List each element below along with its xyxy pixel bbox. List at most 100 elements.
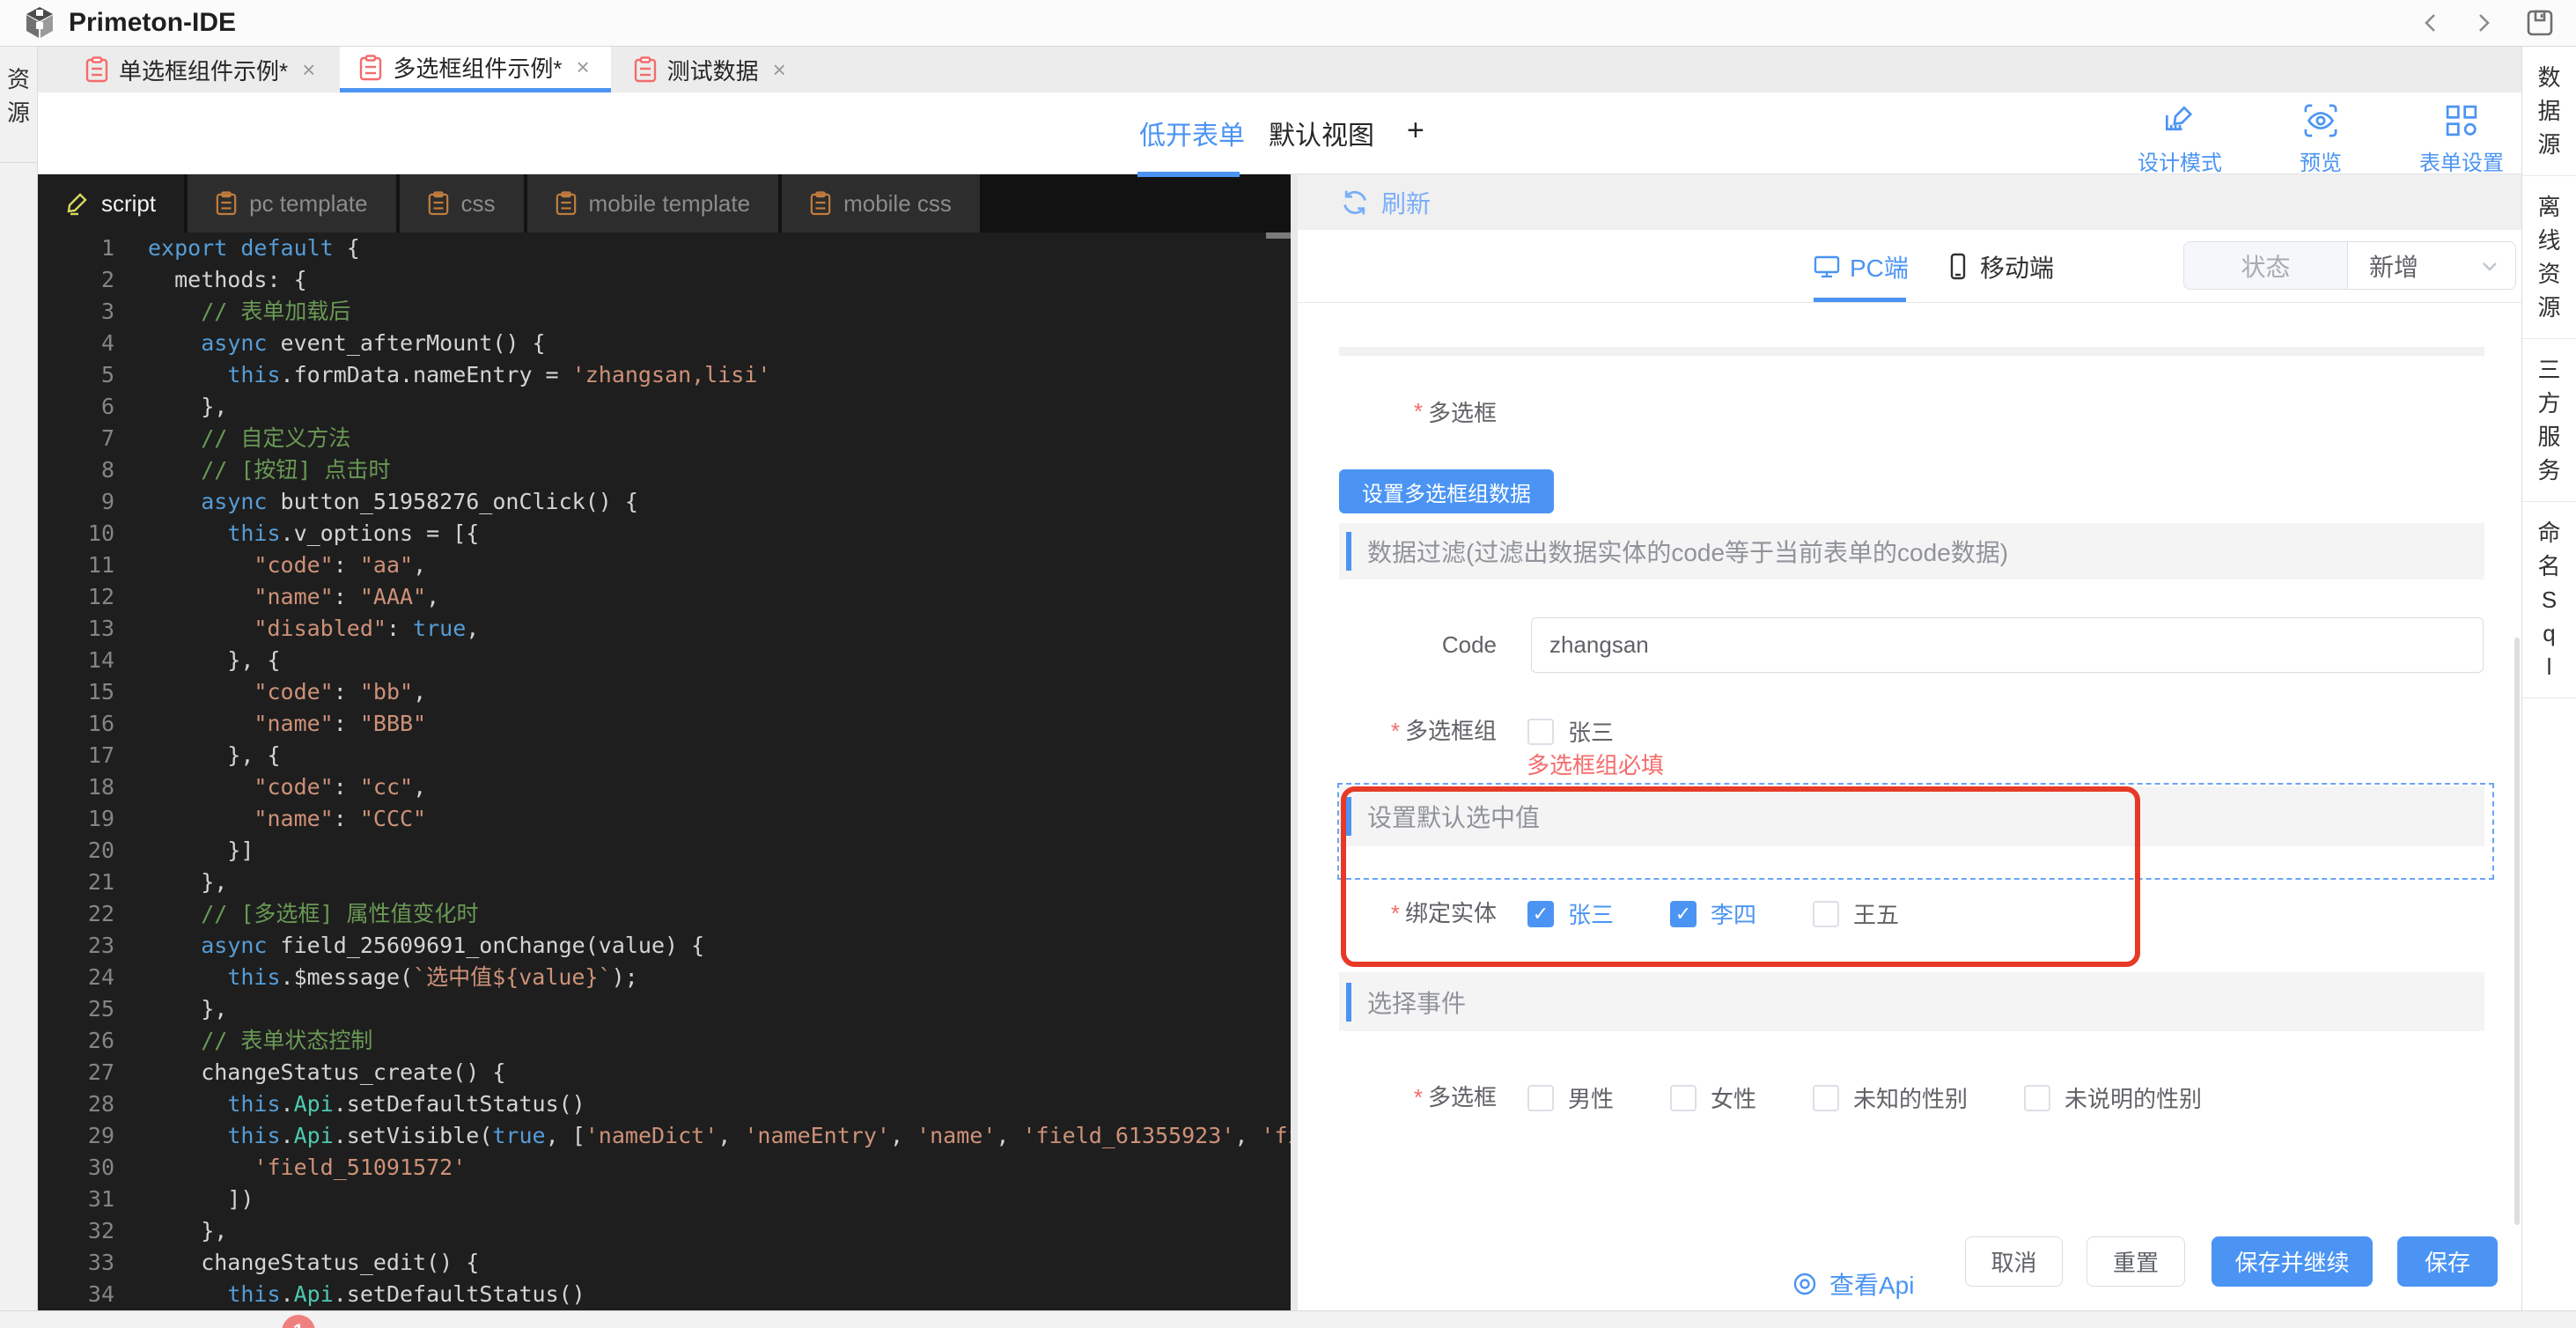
editor-tab-label: script bbox=[101, 190, 156, 218]
file-tab[interactable]: 单选框组件示例*× bbox=[66, 47, 336, 92]
checkbox-option[interactable]: 未说明的性别 bbox=[2024, 1081, 2202, 1114]
refresh-bar: 刷新 bbox=[1298, 174, 2521, 230]
checkbox-option[interactable]: 张三 bbox=[1527, 715, 1614, 748]
checkbox-option[interactable]: 女性 bbox=[1670, 1081, 1756, 1114]
code-line: "code": "cc", bbox=[148, 771, 1291, 803]
checkbox-icon[interactable] bbox=[1670, 1085, 1696, 1111]
line-number: 16 bbox=[38, 708, 114, 740]
view-api-link[interactable]: 查看Api bbox=[1791, 1258, 1914, 1309]
form-settings-icon bbox=[2441, 101, 2482, 140]
line-number: 4 bbox=[38, 328, 114, 359]
tab-low-code-form[interactable]: 低开表单 bbox=[1139, 114, 1245, 152]
checkbox-icon[interactable] bbox=[1813, 901, 1839, 927]
code-token: }, bbox=[148, 996, 227, 1022]
cancel-button[interactable]: 取消 bbox=[1965, 1236, 2063, 1287]
code-token: this bbox=[227, 362, 280, 387]
file-tab-label: 多选框组件示例* bbox=[393, 51, 562, 84]
refresh-icon[interactable] bbox=[1339, 187, 1371, 218]
right-sidebar-item-char: 命 bbox=[2522, 516, 2576, 550]
code-line: export default { bbox=[148, 232, 1291, 264]
right-sidebar-item-char: 源 bbox=[2522, 128, 2576, 161]
code-token: this bbox=[227, 1091, 280, 1117]
close-tab-icon[interactable]: × bbox=[771, 56, 788, 84]
editor-scrollbar-thumb[interactable] bbox=[1266, 232, 1291, 239]
save-button[interactable]: 保存 bbox=[2397, 1236, 2498, 1287]
file-tab[interactable]: 测试数据× bbox=[615, 47, 807, 92]
right-sidebar-item-char: 名 bbox=[2522, 550, 2576, 583]
line-number: 5 bbox=[38, 359, 114, 391]
preview-button[interactable]: 预览 bbox=[2268, 101, 2374, 176]
line-number: 3 bbox=[38, 296, 114, 328]
editor-tab[interactable]: mobile css bbox=[782, 174, 980, 232]
code-viewport[interactable]: 1234567891011121314151617181920212223242… bbox=[38, 232, 1291, 1328]
save-and-continue-button[interactable]: 保存并继续 bbox=[2212, 1236, 2373, 1287]
refresh-label[interactable]: 刷新 bbox=[1381, 185, 1431, 220]
checkbox-icon[interactable] bbox=[1527, 719, 1554, 745]
code-line: "code": "aa", bbox=[148, 550, 1291, 581]
code-line: }, bbox=[148, 391, 1291, 423]
pencil-icon bbox=[66, 191, 89, 216]
checkbox-option[interactable]: ✓张三 bbox=[1527, 897, 1614, 930]
default-value-section-header[interactable]: 设置默认选中值 bbox=[1339, 786, 2484, 846]
close-tab-icon[interactable]: × bbox=[300, 56, 317, 84]
nav-back-icon[interactable] bbox=[2419, 10, 2442, 36]
save-file-icon[interactable] bbox=[2525, 8, 2555, 38]
tab-default-view[interactable]: 默认视图 bbox=[1269, 114, 1374, 152]
line-number: 12 bbox=[38, 581, 114, 613]
checkbox-option[interactable]: ✓李四 bbox=[1670, 897, 1756, 930]
checkbox-icon[interactable] bbox=[2024, 1085, 2050, 1111]
file-tab[interactable]: 多选框组件示例* × bbox=[340, 47, 610, 92]
checkbox-icon[interactable]: ✓ bbox=[1527, 901, 1554, 927]
editor-tab-bar: script pc template css mobile template m… bbox=[38, 174, 1291, 232]
right-sidebar-item-char: 线 bbox=[2522, 224, 2576, 257]
right-sidebar-item[interactable]: 三方服务 bbox=[2522, 339, 2576, 502]
checkbox-option[interactable]: 未知的性别 bbox=[1813, 1081, 1968, 1114]
editor-tab-label: pc template bbox=[249, 190, 367, 218]
document-icon bbox=[634, 56, 657, 83]
right-sidebar-item[interactable]: 数据源 bbox=[2522, 47, 2576, 176]
line-number: 24 bbox=[38, 962, 114, 993]
code-input[interactable] bbox=[1531, 617, 2484, 673]
code-line: }, { bbox=[148, 740, 1291, 771]
reset-button[interactable]: 重置 bbox=[2087, 1236, 2185, 1287]
checkbox-option[interactable]: 王五 bbox=[1813, 897, 1899, 930]
set-checkbox-group-data-button[interactable]: 设置多选框组数据 bbox=[1339, 469, 1554, 513]
editor-tab[interactable]: css bbox=[400, 174, 524, 232]
code-editor: script pc template css mobile template m… bbox=[38, 174, 1291, 1328]
checkbox-icon[interactable]: ✓ bbox=[1670, 901, 1696, 927]
editor-tab[interactable]: mobile template bbox=[527, 174, 779, 232]
close-tab-icon[interactable]: × bbox=[574, 54, 591, 81]
tab-mobile[interactable]: 移动端 bbox=[1945, 249, 2054, 284]
code-line: }, bbox=[148, 993, 1291, 1025]
sidebar-item-resources-char: 源 bbox=[0, 96, 37, 129]
right-sidebar-item[interactable]: 命名Sql bbox=[2522, 502, 2576, 698]
editor-tab[interactable]: pc template bbox=[188, 174, 395, 232]
checkbox-icon[interactable] bbox=[1527, 1085, 1554, 1111]
panel-scrollbar-thumb[interactable] bbox=[2514, 638, 2520, 1225]
section-accent-bar bbox=[1346, 797, 1351, 836]
code-content[interactable]: export default { methods: { // 表单加载后 asy… bbox=[148, 232, 1291, 1310]
editor-tab-label: mobile css bbox=[843, 190, 952, 218]
checkbox-option[interactable]: 男性 bbox=[1527, 1081, 1614, 1114]
code-token: , bbox=[996, 1123, 1022, 1148]
nav-forward-icon[interactable] bbox=[2472, 10, 2495, 36]
add-view-button[interactable]: + bbox=[1407, 114, 1424, 148]
line-number: 34 bbox=[38, 1279, 114, 1310]
tab-pc[interactable]: PC端 bbox=[1813, 249, 1909, 284]
select-event-section-header[interactable]: 选择事件 bbox=[1339, 972, 2484, 1031]
checkbox-icon[interactable] bbox=[1813, 1085, 1839, 1111]
notification-badge[interactable]: 1 bbox=[282, 1315, 315, 1328]
code-token bbox=[148, 1123, 227, 1148]
right-sidebar-item-char: l bbox=[2522, 650, 2576, 683]
code-line: this.Api.setVisible(true, ['nameDict', '… bbox=[148, 1120, 1291, 1152]
design-mode-button[interactable]: 设计模式 bbox=[2127, 101, 2233, 176]
line-number: 13 bbox=[38, 613, 114, 645]
sidebar-item-resources[interactable]: 资源 bbox=[0, 47, 37, 163]
tab-low-code-form-label: 低开表单 bbox=[1139, 122, 1245, 151]
right-sidebar-item[interactable]: 离线资源 bbox=[2522, 176, 2576, 339]
form-settings-button[interactable]: 表单设置 bbox=[2409, 101, 2514, 176]
status-select[interactable]: 状态 新增 bbox=[2183, 241, 2516, 290]
line-number: 19 bbox=[38, 803, 114, 835]
editor-tab[interactable]: script bbox=[38, 174, 184, 232]
line-number: 7 bbox=[38, 423, 114, 454]
